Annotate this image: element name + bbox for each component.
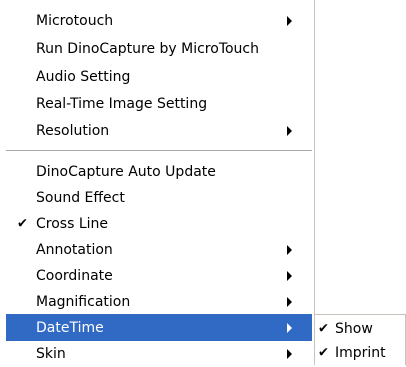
submenu-item-show[interactable]: ✔ Show — [315, 317, 405, 341]
menu-item-skin[interactable]: Skin — [6, 340, 312, 367]
menu-item-label: Cross Line — [36, 215, 109, 232]
submenu-arrow-icon — [287, 322, 292, 333]
menu-item-label: Resolution — [36, 122, 110, 139]
menu-item-cross-line[interactable]: ✔ Cross Line — [6, 210, 312, 237]
menu-item-label: Coordinate — [36, 267, 113, 284]
menu-item-label: Magnification — [36, 293, 131, 310]
context-menu: Microtouch Run DinoCapture by MicroTouch… — [0, 0, 315, 365]
menu-item-label: Real-Time Image Setting — [36, 95, 208, 112]
menu-item-annotation[interactable]: Annotation — [6, 236, 312, 263]
menu-item-coordinate[interactable]: Coordinate — [6, 262, 312, 289]
menu-item-auto-update[interactable]: DinoCapture Auto Update — [6, 158, 312, 185]
menu-item-label: Run DinoCapture by MicroTouch — [36, 40, 260, 57]
check-icon: ✔ — [17, 216, 28, 231]
menu-item-label: Audio Setting — [36, 68, 131, 85]
menu-item-magnification[interactable]: Magnification — [6, 288, 312, 315]
submenu-item-label: Imprint — [335, 345, 386, 361]
menu-item-label: Sound Effect — [36, 189, 125, 206]
check-icon: ✔ — [318, 345, 329, 361]
menu-item-resolution[interactable]: Resolution — [6, 117, 312, 144]
menu-item-label: Skin — [36, 345, 66, 362]
menu-item-sound-effect[interactable]: Sound Effect — [6, 184, 312, 211]
menu-item-label: DateTime — [36, 319, 104, 336]
menu-item-audio-setting[interactable]: Audio Setting — [6, 63, 312, 90]
menu-item-real-time-image-setting[interactable]: Real-Time Image Setting — [6, 90, 312, 117]
menu-item-run-dinocapture[interactable]: Run DinoCapture by MicroTouch — [6, 35, 312, 62]
submenu-arrow-icon — [287, 244, 292, 255]
datetime-submenu: ✔ Show ✔ Imprint — [314, 314, 406, 365]
submenu-arrow-icon — [287, 270, 292, 281]
submenu-item-imprint[interactable]: ✔ Imprint — [315, 341, 405, 365]
menu-item-label: DinoCapture Auto Update — [36, 163, 216, 180]
submenu-arrow-icon — [287, 348, 292, 359]
submenu-arrow-icon — [287, 125, 292, 136]
menu-item-label: Microtouch — [36, 12, 114, 29]
submenu-arrow-icon — [287, 15, 292, 26]
menu-separator — [6, 150, 312, 152]
check-icon: ✔ — [318, 321, 329, 337]
menu-item-datetime[interactable]: DateTime — [6, 314, 312, 341]
submenu-arrow-icon — [287, 296, 292, 307]
submenu-item-label: Show — [335, 321, 373, 337]
menu-item-microtouch[interactable]: Microtouch — [6, 7, 312, 34]
menu-item-label: Annotation — [36, 241, 113, 258]
